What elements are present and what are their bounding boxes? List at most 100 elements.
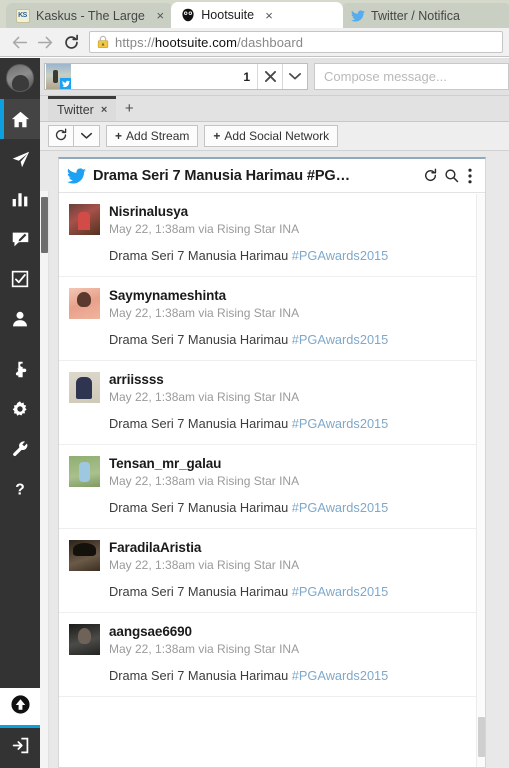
avatar[interactable] xyxy=(69,540,100,571)
stream-vertical-scrollbar[interactable] xyxy=(476,194,485,767)
twitter-badge-icon xyxy=(60,78,71,89)
reload-icon[interactable] xyxy=(58,29,84,55)
tweet-hashtag[interactable]: #PGAwards2015 xyxy=(292,668,389,683)
tweet-author[interactable]: Saymynameshinta xyxy=(109,287,475,304)
tweet-hashtag[interactable]: #PGAwards2015 xyxy=(292,248,389,263)
warning-lock-icon[interactable] xyxy=(96,35,110,49)
tweet-author[interactable]: Tensan_mr_galau xyxy=(109,455,475,472)
tweet-meta: May 22, 1:38am via Rising Star INA xyxy=(109,306,300,320)
browser-tab-title: Kaskus - The Largest Indo xyxy=(36,8,145,23)
streams-horizontal-scrollbar[interactable] xyxy=(40,191,49,768)
tweet-author[interactable]: arriissss xyxy=(109,371,475,388)
sidebar-bottom-group xyxy=(0,688,40,768)
chevron-down-icon xyxy=(81,129,92,143)
list-item[interactable]: Saymynameshinta May 22, 1:38am via Risin… xyxy=(59,277,485,361)
close-icon[interactable] xyxy=(257,64,282,89)
back-arrow-icon[interactable] xyxy=(6,29,32,55)
sidebar-item-settings[interactable] xyxy=(0,389,40,429)
twitter-profile-avatar xyxy=(46,64,71,89)
browser-tab-close-icon[interactable]: × xyxy=(153,9,167,23)
sidebar-item-signout[interactable] xyxy=(0,728,40,768)
kaskus-favicon: KS xyxy=(15,8,30,23)
tweet-text-body: Drama Seri 7 Manusia Harimau xyxy=(109,416,292,431)
list-item[interactable]: Tensan_mr_galau May 22, 1:38am via Risin… xyxy=(59,445,485,529)
avatar[interactable] xyxy=(69,288,100,319)
stream-header: Drama Seri 7 Manusia Harimau #PG… xyxy=(59,159,485,193)
list-item[interactable]: FaradilaAristia May 22, 1:38am via Risin… xyxy=(59,529,485,613)
add-social-network-button[interactable]: + Add Social Network xyxy=(204,125,339,147)
browser-tab-kaskus[interactable]: KS Kaskus - The Largest Indo × xyxy=(6,3,174,28)
twitter-favicon xyxy=(350,8,365,23)
compose-message-input[interactable]: Compose message... xyxy=(314,63,509,90)
stream-title: Drama Seri 7 Manusia Harimau #PG… xyxy=(93,167,350,184)
forward-arrow-icon[interactable] xyxy=(32,29,58,55)
address-bar[interactable]: https://hootsuite.com/dashboard xyxy=(89,31,503,53)
tweet-text-body: Drama Seri 7 Manusia Harimau xyxy=(109,332,292,347)
browser-tab-title: Twitter / Notifica xyxy=(371,8,460,23)
scrollbar-thumb[interactable] xyxy=(478,717,485,757)
checkbox-icon xyxy=(11,270,29,288)
user-avatar[interactable] xyxy=(6,64,34,92)
list-item[interactable]: aangsae6690 May 22, 1:38am via Rising St… xyxy=(59,613,485,697)
stream-refresh-icon[interactable] xyxy=(420,165,441,187)
paper-plane-icon xyxy=(11,150,30,169)
sidebar-item-assignments[interactable] xyxy=(0,259,40,299)
tweet-author[interactable]: Nisrinalusya xyxy=(109,203,475,220)
tweet-text: Drama Seri 7 Manusia Harimau #PGAwards20… xyxy=(109,331,475,348)
avatar[interactable] xyxy=(69,456,100,487)
compose-bubble-icon xyxy=(11,230,30,249)
sidebar-item-compose[interactable] xyxy=(0,219,40,259)
search-icon[interactable] xyxy=(441,165,462,187)
browser-tab-twitter[interactable]: Twitter / Notifica xyxy=(341,3,509,28)
chevron-down-icon[interactable] xyxy=(282,64,307,89)
hootsuite-dashboard: ? 1 Compose message... Twitter × + + Add… xyxy=(0,58,509,768)
tweet-text: Drama Seri 7 Manusia Harimau #PGAwards20… xyxy=(109,667,475,684)
compose-placeholder: Compose message... xyxy=(324,69,447,84)
add-tab-button[interactable]: + xyxy=(116,96,142,121)
avatar[interactable] xyxy=(69,372,100,403)
refresh-button[interactable] xyxy=(48,125,74,147)
scrollbar-thumb[interactable] xyxy=(41,197,48,253)
avatar[interactable] xyxy=(69,624,100,655)
sidebar-item-tools[interactable] xyxy=(0,429,40,469)
tweet-text-body: Drama Seri 7 Manusia Harimau xyxy=(109,584,292,599)
tweet-text: Drama Seri 7 Manusia Harimau #PGAwards20… xyxy=(109,247,475,264)
list-item[interactable]: Nisrinalusya May 22, 1:38am via Rising S… xyxy=(59,193,485,277)
list-item[interactable]: arriissss May 22, 1:38am via Rising Star… xyxy=(59,361,485,445)
tweet-hashtag[interactable]: #PGAwards2015 xyxy=(292,584,389,599)
sidebar-item-appdirectory[interactable] xyxy=(0,349,40,389)
tab-twitter[interactable]: Twitter × xyxy=(48,96,117,121)
tab-close-icon[interactable]: × xyxy=(101,104,107,116)
more-vertical-icon[interactable] xyxy=(462,165,477,187)
sidebar-item-streams[interactable] xyxy=(0,99,40,139)
tweet-meta: May 22, 1:38am via Rising Star INA xyxy=(109,222,300,236)
stream-body[interactable]: Nisrinalusya May 22, 1:38am via Rising S… xyxy=(59,193,485,767)
add-social-network-label: Add Social Network xyxy=(224,129,330,143)
browser-window: KS Kaskus - The Largest Indo × Hootsuite… xyxy=(0,0,509,768)
stream-tab-bar: Twitter × + xyxy=(40,96,509,122)
sidebar-item-analytics[interactable] xyxy=(0,179,40,219)
sidebar-item-contacts[interactable] xyxy=(0,299,40,339)
tweet-text-body: Drama Seri 7 Manusia Harimau xyxy=(109,248,292,263)
social-profile-selector[interactable]: 1 xyxy=(44,63,308,90)
tweet-hashtag[interactable]: #PGAwards2015 xyxy=(292,500,389,515)
dashboard-main: 1 Compose message... Twitter × + + Add S… xyxy=(40,58,509,768)
refresh-dropdown-button[interactable] xyxy=(74,125,100,147)
sidebar-item-publisher[interactable] xyxy=(0,139,40,179)
tweet-text-body: Drama Seri 7 Manusia Harimau xyxy=(109,500,292,515)
tweet-body: Tensan_mr_galau May 22, 1:38am via Risin… xyxy=(109,455,475,516)
browser-tab-close-icon[interactable]: × xyxy=(262,8,276,22)
tweet-body: aangsae6690 May 22, 1:38am via Rising St… xyxy=(109,623,475,684)
avatar[interactable] xyxy=(69,204,100,235)
tweet-hashtag[interactable]: #PGAwards2015 xyxy=(292,332,389,347)
up-arrow-circle-icon xyxy=(10,694,31,720)
tweet-hashtag[interactable]: #PGAwards2015 xyxy=(292,416,389,431)
browser-tab-hootsuite[interactable]: Hootsuite × xyxy=(171,2,343,28)
app-sidebar: ? xyxy=(0,58,40,768)
tweet-author[interactable]: aangsae6690 xyxy=(109,623,475,640)
sidebar-item-upgrade[interactable] xyxy=(0,688,40,728)
sidebar-item-help[interactable]: ? xyxy=(0,469,40,509)
tweet-author[interactable]: FaradilaAristia xyxy=(109,539,475,556)
add-stream-button[interactable]: + Add Stream xyxy=(106,125,199,147)
stream-toolbar: + Add Stream + Add Social Network xyxy=(40,122,509,151)
